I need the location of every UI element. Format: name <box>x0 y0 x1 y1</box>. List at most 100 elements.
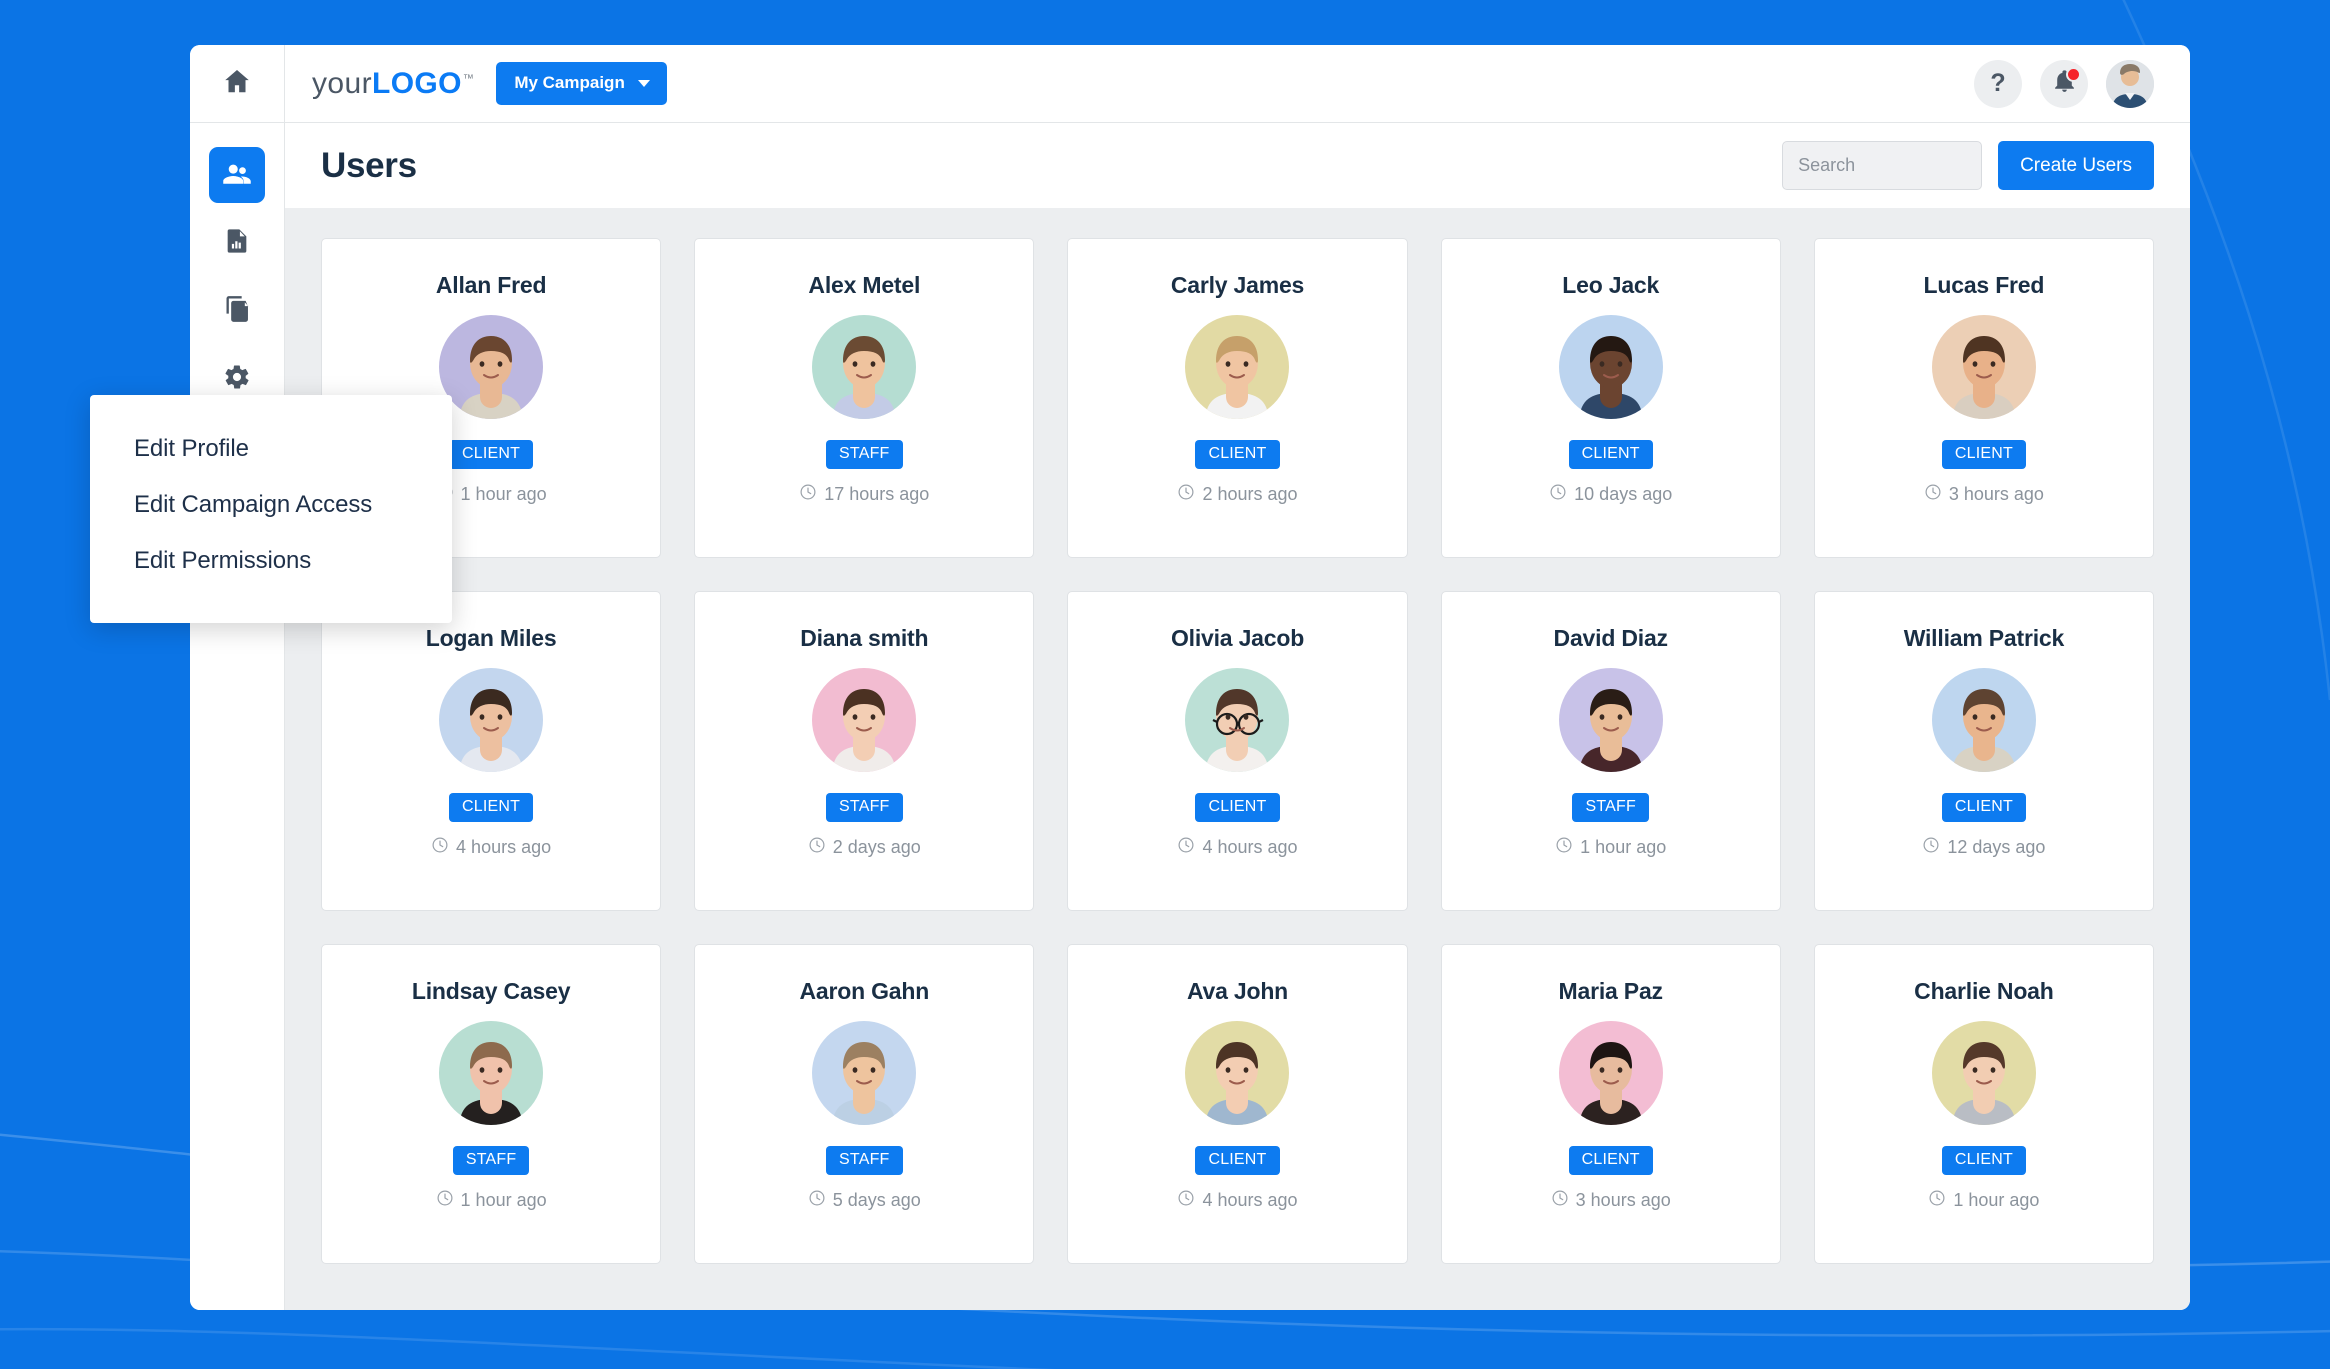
user-name: Aaron Gahn <box>799 978 930 1004</box>
user-last-active: 12 days ago <box>1922 836 2045 859</box>
user-card[interactable]: William Patrick CLIENT 12 days ago <box>1813 591 2154 911</box>
user-last-active: 5 days ago <box>808 1189 921 1212</box>
user-name: David Diaz <box>1553 625 1669 651</box>
content-column: Users Create Users Allan Fred CLIENT 1 hou… <box>285 123 2190 1310</box>
help-button[interactable]: ? <box>1974 59 2022 108</box>
clock-icon <box>1177 483 1195 506</box>
menu-item-edit-permissions[interactable]: Edit Permissions <box>90 533 452 589</box>
clock-icon <box>436 1189 454 1212</box>
user-name: Lindsay Casey <box>411 978 571 1004</box>
campaign-selector-label: My Campaign <box>514 73 625 92</box>
user-avatar <box>1185 668 1290 772</box>
user-name: Charlie Noah <box>1914 978 2054 1004</box>
user-role-badge[interactable]: CLIENT <box>1568 1146 1653 1175</box>
user-role-badge[interactable]: CLIENT <box>449 440 534 469</box>
user-name: Ava John <box>1186 978 1289 1004</box>
user-avatar <box>1558 315 1663 419</box>
user-last-active-text: 1 hour ago <box>460 1190 547 1210</box>
user-last-active-text: 4 hours ago <box>456 837 552 857</box>
app-body: Users Create Users Allan Fred CLIENT 1 hou… <box>190 123 2190 1310</box>
menu-item-edit-campaign-access[interactable]: Edit Campaign Access <box>90 477 452 533</box>
user-last-active: 2 hours ago <box>1177 483 1298 506</box>
user-role-badge[interactable]: STAFF <box>826 440 903 469</box>
clock-icon <box>1555 836 1573 859</box>
user-last-active: 10 days ago <box>1549 483 1672 506</box>
user-role-badge[interactable]: STAFF <box>826 793 903 822</box>
clock-icon <box>1922 836 1940 859</box>
user-card[interactable]: Charlie Noah CLIENT 1 hour ago <box>1813 944 2154 1264</box>
user-role-badge[interactable]: CLIENT <box>1195 793 1280 822</box>
page-header: Users Create Users <box>285 123 2190 208</box>
user-card[interactable]: Carly James CLIENT 2 hours ago <box>1067 238 1408 558</box>
user-role-badge[interactable]: CLIENT <box>1941 793 2026 822</box>
search-input[interactable] <box>1782 141 1983 190</box>
user-avatar <box>812 668 917 772</box>
clock-icon <box>808 836 826 859</box>
create-users-button[interactable]: Create Users <box>1998 141 2154 190</box>
user-last-active: 1 hour ago <box>436 1189 547 1212</box>
user-role-badge[interactable]: CLIENT <box>1941 440 2026 469</box>
user-last-active-text: 2 days ago <box>832 837 921 857</box>
user-card[interactable]: Diana smith STAFF 2 days ago <box>694 591 1035 911</box>
user-avatar <box>812 1021 917 1125</box>
user-avatar <box>1185 315 1290 419</box>
clock-icon <box>1924 483 1942 506</box>
user-card[interactable]: Alex Metel STAFF 17 hours ago <box>694 238 1035 558</box>
user-last-active-text: 10 days ago <box>1574 484 1673 504</box>
sidebar-item-reports[interactable] <box>209 215 265 271</box>
user-role-badge[interactable]: CLIENT <box>449 793 534 822</box>
user-card[interactable]: Logan Miles CLIENT 4 hours ago <box>321 591 662 911</box>
user-role-badge[interactable]: CLIENT <box>1568 440 1653 469</box>
clock-icon <box>431 836 449 859</box>
user-name: Leo Jack <box>1562 272 1660 298</box>
user-last-active: 4 hours ago <box>431 836 551 859</box>
user-card[interactable]: Maria Paz CLIENT 3 hours ago <box>1440 944 1781 1264</box>
user-last-active: 1 hour ago <box>1928 1189 2039 1212</box>
profile-avatar[interactable] <box>2106 59 2154 108</box>
user-avatar <box>1558 1021 1663 1125</box>
user-card[interactable]: Lucas Fred CLIENT 3 hours ago <box>1813 238 2154 558</box>
logo-bold: LOGO <box>371 66 462 100</box>
user-last-active-text: 17 hours ago <box>824 484 930 504</box>
user-avatar <box>1558 668 1663 772</box>
user-card[interactable]: Aaron Gahn STAFF 5 days ago <box>694 944 1035 1264</box>
user-card[interactable]: Ava John CLIENT 4 hours ago <box>1067 944 1408 1264</box>
user-last-active: 2 days ago <box>808 836 921 859</box>
clock-icon <box>1549 483 1567 506</box>
user-last-active: 4 hours ago <box>1177 1189 1298 1212</box>
user-card[interactable]: Leo Jack CLIENT 10 days ago <box>1440 238 1781 558</box>
sidebar-item-files[interactable] <box>209 283 265 339</box>
user-name: William Patrick <box>1903 625 2065 651</box>
notifications-button[interactable] <box>2040 59 2088 108</box>
user-card[interactable]: Olivia Jacob CLIENT 4 hours ago <box>1067 591 1408 911</box>
notification-badge <box>2066 66 2081 82</box>
clock-icon <box>808 1189 826 1212</box>
user-last-active: 1 hour ago <box>1555 836 1666 859</box>
clock-icon <box>1177 1189 1195 1212</box>
campaign-selector-button[interactable]: My Campaign <box>496 62 667 105</box>
user-role-badge[interactable]: STAFF <box>1572 793 1649 822</box>
gear-icon <box>223 363 251 396</box>
user-name: Logan Miles <box>425 625 557 651</box>
user-role-badge[interactable]: CLIENT <box>1195 440 1280 469</box>
menu-item-edit-profile[interactable]: Edit Profile <box>90 421 452 477</box>
user-name: Lucas Fred <box>1923 272 2045 298</box>
users-grid: Allan Fred CLIENT 1 hour ago Alex Metel STAF… <box>321 238 2154 1264</box>
user-role-badge[interactable]: CLIENT <box>1941 1146 2026 1175</box>
users-icon <box>222 158 252 193</box>
user-avatar <box>1931 668 2036 772</box>
user-context-menu: Edit Profile Edit Campaign Access Edit P… <box>90 395 452 623</box>
user-card[interactable]: Lindsay Casey STAFF 1 hour ago <box>321 944 662 1264</box>
user-avatar <box>439 1021 544 1125</box>
user-card[interactable]: David Diaz STAFF 1 hour ago <box>1440 591 1781 911</box>
clock-icon <box>1177 836 1195 859</box>
user-role-badge[interactable]: STAFF <box>826 1146 903 1175</box>
user-role-badge[interactable]: STAFF <box>452 1146 530 1175</box>
user-avatar <box>812 315 917 419</box>
sidebar-item-users[interactable] <box>209 147 265 203</box>
user-role-badge[interactable]: CLIENT <box>1195 1146 1280 1175</box>
home-button[interactable] <box>190 45 285 122</box>
user-last-active: 3 hours ago <box>1924 483 2044 506</box>
user-last-active-text: 4 hours ago <box>1202 837 1298 857</box>
user-name: Maria Paz <box>1558 978 1664 1004</box>
